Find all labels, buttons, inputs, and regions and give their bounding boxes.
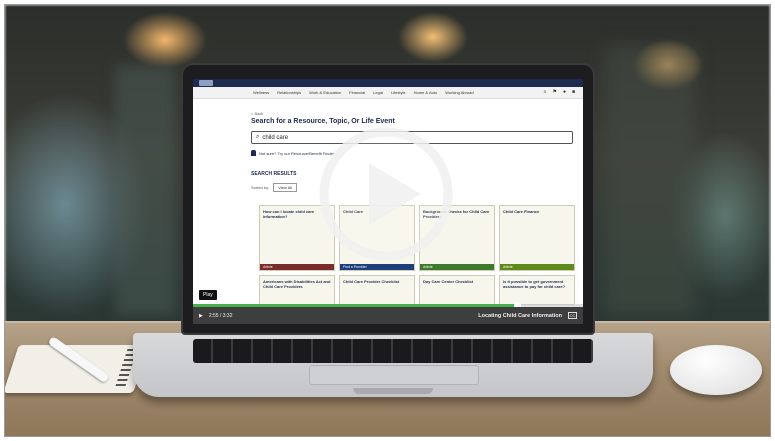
search-icon: ⌕ bbox=[256, 134, 260, 140]
trackpad bbox=[309, 365, 479, 385]
laptop-base bbox=[133, 333, 653, 397]
nav-item[interactable]: Wellness bbox=[253, 90, 269, 95]
computer-mouse bbox=[670, 345, 762, 395]
results-heading: SEARCH RESULTS bbox=[251, 171, 297, 177]
back-link[interactable]: < Back bbox=[251, 111, 263, 116]
user-icon[interactable]: ● bbox=[563, 89, 566, 95]
video-title: Locating Child Care Information bbox=[478, 312, 562, 319]
captions-button[interactable]: CC bbox=[568, 312, 577, 319]
person-icon bbox=[251, 150, 256, 156]
result-card[interactable]: Americans with Disabilities Act and Chil… bbox=[259, 275, 335, 305]
site-header bbox=[193, 79, 583, 87]
play-button-icon[interactable] bbox=[317, 125, 455, 263]
nav-item[interactable]: Relationships bbox=[277, 90, 301, 95]
site-logo bbox=[199, 80, 213, 86]
sort-select[interactable]: View All bbox=[273, 183, 298, 192]
search-input-value: child care bbox=[262, 134, 289, 141]
time-display: 2:55 / 3:32 bbox=[208, 312, 233, 319]
result-card[interactable]: Child Care Finance Article bbox=[499, 205, 575, 271]
page-title: Search for a Resource, Topic, Or Life Ev… bbox=[251, 118, 395, 125]
search-icon[interactable]: ⌕ bbox=[544, 89, 547, 95]
play-tooltip: Play bbox=[199, 290, 217, 300]
nav-item[interactable]: Lifestyle bbox=[391, 90, 406, 95]
lock-icon[interactable]: ■ bbox=[572, 89, 575, 95]
flag-icon[interactable]: ⚑ bbox=[552, 89, 556, 95]
nav-item[interactable]: Home & Auto bbox=[414, 90, 438, 95]
nav-item[interactable]: Legal bbox=[373, 90, 383, 95]
result-card[interactable]: Day Care Center Checklist bbox=[419, 275, 495, 305]
nav-item[interactable]: Work & Education bbox=[309, 90, 341, 95]
video-thumbnail[interactable]: Wellness Relationships Work & Education … bbox=[4, 4, 771, 437]
site-nav: Wellness Relationships Work & Education … bbox=[193, 87, 583, 99]
player-controls: ▶ 2:55 / 3:32 Locating Child Care Inform… bbox=[193, 307, 583, 324]
result-card[interactable]: Child Care Provider Checklist bbox=[339, 275, 415, 305]
keyboard bbox=[193, 339, 593, 363]
sort-filter: Sorted by: View All bbox=[251, 183, 298, 192]
result-card[interactable]: Is it possible to get government assista… bbox=[499, 275, 575, 305]
nav-item[interactable]: Financial bbox=[349, 90, 365, 95]
nav-item[interactable]: Working Abroad bbox=[445, 90, 473, 95]
play-icon[interactable]: ▶ bbox=[199, 313, 203, 319]
